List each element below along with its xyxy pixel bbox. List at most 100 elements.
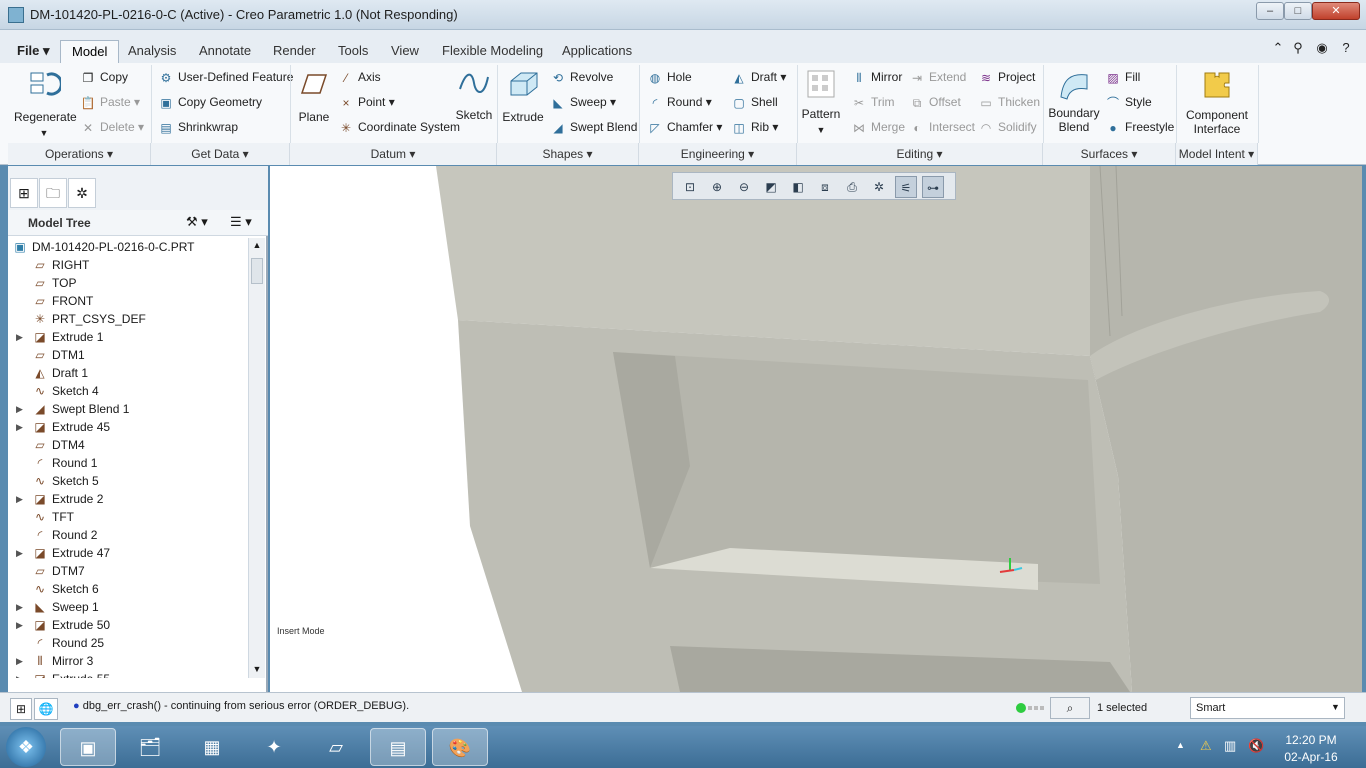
tree-item[interactable]: ▱ DTM7 <box>8 562 246 580</box>
group-shapes[interactable]: Shapes ▾ <box>497 143 639 165</box>
tree-item[interactable]: ✳ PRT_CSYS_DEF <box>8 310 246 328</box>
tree-item[interactable]: ▱ FRONT <box>8 292 246 310</box>
group-get-data[interactable]: Get Data ▾ <box>151 143 290 165</box>
tree-item[interactable]: ◜ Round 25 <box>8 634 246 652</box>
offset-button[interactable]: ⧉ Offset <box>909 94 961 111</box>
start-button-icon[interactable]: ❖ <box>6 727 46 767</box>
tab-applications[interactable]: Applications <box>551 40 643 63</box>
tree-item[interactable]: ▶ ◢ Swept Blend 1 <box>8 400 246 418</box>
tree-item[interactable]: ∿ Sketch 6 <box>8 580 246 598</box>
expand-arrow-icon[interactable]: ▶ <box>16 490 23 508</box>
minimize-button[interactable]: – <box>1256 2 1284 20</box>
group-model-intent[interactable]: Model Intent ▾ <box>1176 143 1258 165</box>
volume-icon[interactable]: 🔇 <box>1248 738 1264 754</box>
paste-button[interactable]: 📋 Paste ▾ <box>80 94 141 111</box>
taskbar-acrobat-icon[interactable]: ✦ <box>246 728 302 766</box>
tab-model[interactable]: Model <box>60 40 120 63</box>
tree-item[interactable]: ▱ DTM4 <box>8 436 246 454</box>
tab-analysis[interactable]: Analysis <box>117 40 187 63</box>
chevron-down-icon[interactable]: ▼ <box>1331 702 1340 712</box>
tab-view[interactable]: View <box>380 40 430 63</box>
group-operations[interactable]: Operations ▾ <box>8 143 151 165</box>
extend-button[interactable]: ⇥ Extend <box>909 69 966 86</box>
clock-time[interactable]: 12:20 PM <box>1276 733 1346 747</box>
tab-flexible-modeling[interactable]: Flexible Modeling <box>431 40 554 63</box>
regenerate-button[interactable]: Regenerate ▼ <box>14 67 77 141</box>
mirror-button[interactable]: ⫴ Mirror <box>851 69 902 86</box>
delete-button[interactable]: ✕ Delete ▾ <box>80 119 144 136</box>
project-button[interactable]: ≋ Project <box>978 69 1035 86</box>
tree-item[interactable]: ∿ TFT <box>8 508 246 526</box>
copy-button[interactable]: ❐ Copy <box>80 69 128 86</box>
find-icon[interactable]: ⌕ <box>1050 697 1090 719</box>
axis-button[interactable]: ⁄ Axis <box>338 69 381 86</box>
expand-arrow-icon[interactable]: ▶ <box>16 652 23 670</box>
favorites-tab-icon[interactable]: ✲ <box>68 178 96 208</box>
tree-item[interactable]: ∿ Sketch 4 <box>8 382 246 400</box>
refit-icon[interactable]: ⊡ <box>679 176 701 198</box>
scroll-thumb[interactable] <box>251 258 263 284</box>
tree-filters-icon[interactable]: ☰ ▾ <box>230 214 252 230</box>
plane-button[interactable]: Plane <box>296 71 332 125</box>
taskbar-creo-icon[interactable]: ▣ <box>60 728 116 766</box>
help-icon[interactable]: ? <box>1338 40 1354 56</box>
display-style-icon[interactable]: ◧ <box>787 176 809 198</box>
chamfer-button[interactable]: ◸ Chamfer ▾ <box>647 119 722 136</box>
close-button[interactable]: ✕ <box>1312 2 1360 20</box>
tree-item[interactable]: ◜ Round 2 <box>8 526 246 544</box>
tree-item[interactable]: ▱ DTM1 <box>8 346 246 364</box>
boundary-blend-button[interactable]: Boundary Blend <box>1047 69 1101 134</box>
copy-geometry-button[interactable]: ▣ Copy Geometry <box>158 94 262 111</box>
action-center-icon[interactable]: ⚠ <box>1200 738 1212 754</box>
revolve-button[interactable]: ⟲ Revolve <box>550 69 613 86</box>
search-icon[interactable]: ⚲ <box>1290 40 1306 56</box>
collapse-ribbon-icon[interactable]: ⌃ <box>1270 40 1286 56</box>
merge-button[interactable]: ⋈ Merge <box>851 119 905 136</box>
user-defined-feature-button[interactable]: ⚙ User-Defined Feature <box>158 69 294 86</box>
tree-item[interactable]: ▶ ⫴ Mirror 3 <box>8 652 246 670</box>
tree-item[interactable]: ▶ ◣ Sweep 1 <box>8 598 246 616</box>
repaint-icon[interactable]: ◩ <box>760 176 782 198</box>
draft-button[interactable]: ◭ Draft ▾ <box>731 69 786 86</box>
expand-arrow-icon[interactable]: ▶ <box>16 418 23 436</box>
folder-browser-tab-icon[interactable]: 🗀 <box>39 178 67 208</box>
expand-arrow-icon[interactable]: ▶ <box>16 328 23 346</box>
selection-filter-select[interactable]: Smart ▼ <box>1190 697 1345 719</box>
network-icon[interactable]: ▥ <box>1224 738 1236 754</box>
help-center-icon[interactable]: ◉ <box>1314 40 1330 56</box>
shrinkwrap-button[interactable]: ▤ Shrinkwrap <box>158 119 238 136</box>
group-engineering[interactable]: Engineering ▾ <box>639 143 797 165</box>
solidify-button[interactable]: ◠ Solidify <box>978 119 1037 136</box>
round-button[interactable]: ◜ Round ▾ <box>647 94 712 111</box>
trim-button[interactable]: ✂ Trim <box>851 94 895 111</box>
component-interface-button[interactable]: Component Interface <box>1182 69 1252 136</box>
expand-arrow-icon[interactable]: ▶ <box>16 544 23 562</box>
model-3d-view[interactable] <box>270 166 1362 692</box>
saved-views-icon[interactable]: ⧈ <box>814 176 836 198</box>
tab-file[interactable]: File ▾ <box>6 40 61 63</box>
taskbar-calculator-icon[interactable]: ▦ <box>184 728 240 766</box>
expand-arrow-icon[interactable]: ▶ <box>16 616 23 634</box>
scroll-down-icon[interactable]: ▼ <box>251 664 263 674</box>
zoom-out-icon[interactable]: ⊖ <box>733 176 755 198</box>
shell-button[interactable]: ▢ Shell <box>731 94 777 111</box>
clock-date[interactable]: 02-Apr-16 <box>1276 750 1346 764</box>
show-hidden-icons-icon[interactable]: ▲ <box>1176 740 1185 750</box>
view-manager-icon[interactable]: ⎙ <box>841 176 863 198</box>
coordinate-system-button[interactable]: ✳ Coordinate System <box>338 119 460 136</box>
show-navigator-icon[interactable]: ⊞ <box>10 698 32 720</box>
sweep-button[interactable]: ◣ Sweep ▾ <box>550 94 616 111</box>
group-datum[interactable]: Datum ▾ <box>290 143 497 165</box>
zoom-in-icon[interactable]: ⊕ <box>706 176 728 198</box>
datum-display-icon[interactable]: ✲ <box>868 176 890 198</box>
fill-button[interactable]: ▨ Fill <box>1105 69 1140 86</box>
scroll-up-icon[interactable]: ▲ <box>251 240 263 250</box>
tree-item[interactable]: ▶ ◪ Extrude 50 <box>8 616 246 634</box>
annotation-display-icon[interactable]: ⊶ <box>922 176 944 198</box>
expand-arrow-icon[interactable]: ▶ <box>16 670 23 678</box>
tree-item[interactable]: ▶ ◪ Extrude 2 <box>8 490 246 508</box>
model-tree-tab-icon[interactable]: ⊞ <box>10 178 38 208</box>
taskbar-paint-icon[interactable]: 🎨 <box>432 728 488 766</box>
tab-annotate[interactable]: Annotate <box>188 40 262 63</box>
tree-item[interactable]: ∿ Sketch 5 <box>8 472 246 490</box>
